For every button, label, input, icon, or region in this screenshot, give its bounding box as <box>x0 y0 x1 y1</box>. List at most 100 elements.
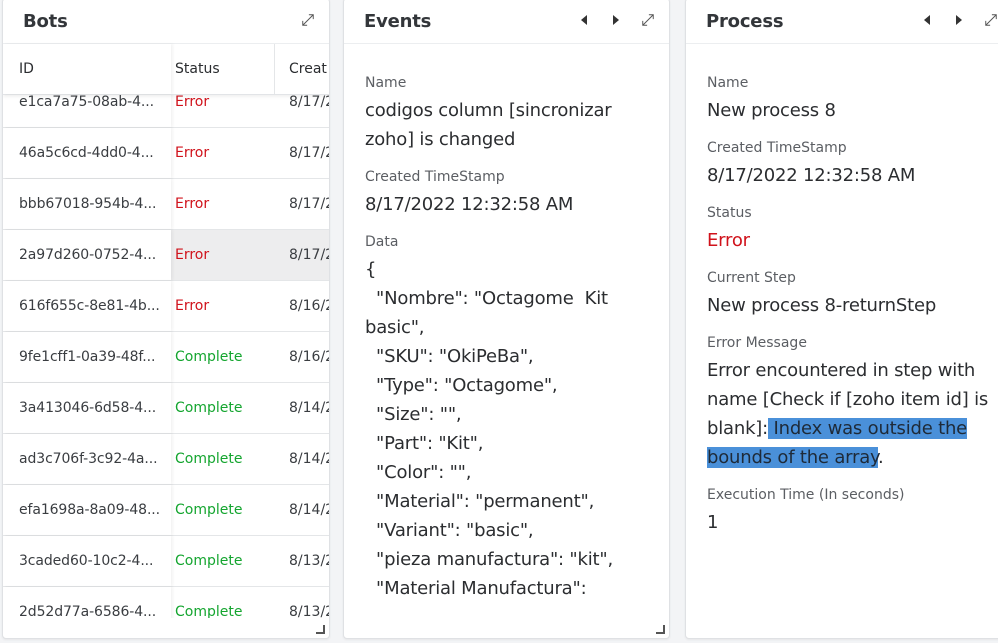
table-row[interactable]: 3a413046-6d58-4...Complete 8/14/2 <box>3 383 329 434</box>
cell-created: 8/16/2 <box>289 349 329 365</box>
table-row[interactable]: 9fe1cff1-0a39-48f...Complete 8/16/2 <box>3 332 329 383</box>
process-exec-label: Execution Time (In seconds) <box>707 487 905 503</box>
process-error-value[interactable]: Error encountered in step with name [Che… <box>707 356 996 472</box>
process-name-value: New process 8 <box>707 100 836 121</box>
cell-status: Error <box>175 247 210 263</box>
cell-id: bbb67018-954b-4... <box>3 179 171 229</box>
resize-handle-icon[interactable] <box>316 625 325 634</box>
bots-panel: Bots ID Status Creat e1ca7a75-08ab-4... E… <box>2 0 330 639</box>
cell-status: Complete <box>175 451 243 467</box>
event-created-field: Created TimeStamp 8/17/2022 12:32:58 AM <box>365 168 649 219</box>
cell-id: e1ca7a75-08ab-4... <box>3 94 171 127</box>
bots-table-header: ID Status Creat <box>3 44 329 95</box>
caret-left-icon[interactable] <box>577 12 591 28</box>
cell-created: 8/17/2 <box>289 145 329 161</box>
table-row[interactable]: 3caded60-10c2-4...Complete 8/13/2 <box>3 536 329 587</box>
cell-created: 8/13/2 <box>289 604 329 618</box>
resize-handle-icon[interactable] <box>656 625 665 634</box>
events-panel-title: Events <box>364 11 432 32</box>
cell-id: efa1698a-8a09-48... <box>3 485 171 535</box>
expand-icon[interactable] <box>984 12 998 28</box>
process-created-value: 8/17/2022 12:32:58 AM <box>707 165 916 186</box>
process-step-label: Current Step <box>707 270 796 286</box>
table-row[interactable]: 616f655c-8e81-4b...Error 8/16/2 <box>3 281 329 332</box>
event-name-label: Name <box>365 75 407 91</box>
cell-created: 8/14/2 <box>289 451 329 467</box>
events-panel: Events Name codigos column [sincronizar … <box>343 0 670 639</box>
cell-id: 3caded60-10c2-4... <box>3 536 171 586</box>
process-detail: Name New process 8 Created TimeStamp 8/1… <box>686 44 998 638</box>
cell-id: ad3c706f-3c92-4a... <box>3 434 171 484</box>
process-exec-field: Execution Time (In seconds) 1 <box>707 486 996 537</box>
process-panel: Process Name New process 8 Created TimeS… <box>685 0 998 639</box>
process-error-label: Error Message <box>707 335 807 351</box>
caret-left-icon[interactable] <box>920 12 934 28</box>
data-line: "Variant": "basic", <box>365 520 534 541</box>
expand-icon[interactable] <box>301 12 315 28</box>
column-header-id[interactable]: ID <box>3 44 171 94</box>
data-line: "Part": "Kit", <box>365 433 484 454</box>
process-status-field: Status Error <box>707 204 996 255</box>
cell-created: 8/17/2 <box>289 196 329 212</box>
data-line: "Material Manufactura": <box>365 578 587 599</box>
process-status-label: Status <box>707 205 752 221</box>
cell-created: 8/17/2 <box>289 94 329 110</box>
error-text-suffix: . <box>877 447 884 468</box>
cell-id: 2a97d260-0752-4... <box>3 230 171 280</box>
cell-status: Complete <box>175 400 243 416</box>
cell-status: Error <box>175 145 210 161</box>
cell-status: Error <box>175 94 210 110</box>
process-status-value: Error <box>707 230 750 251</box>
cell-created: 8/14/2 <box>289 400 329 416</box>
event-data-value: { "Nombre": "Octagome Kit basic", "SKU":… <box>365 255 649 603</box>
table-row[interactable]: e1ca7a75-08ab-4...Error 8/17/2 <box>3 94 329 128</box>
cell-id: 2d52d77a-6586-4... <box>3 587 171 618</box>
cell-status: Error <box>175 196 210 212</box>
bots-table: ID Status Creat e1ca7a75-08ab-4... Error 8… <box>3 44 329 638</box>
caret-right-icon[interactable] <box>609 12 623 28</box>
events-panel-header: Events <box>344 0 669 44</box>
data-line: "SKU": "OkiPeBa", <box>365 346 534 367</box>
process-name-field: Name New process 8 <box>707 74 996 125</box>
cell-created: 8/14/2 <box>289 502 329 518</box>
caret-right-icon[interactable] <box>952 12 966 28</box>
cell-created: 8/13/2 <box>289 553 329 569</box>
data-line: "Color": "", <box>365 462 472 483</box>
cell-id: 46a5c6cd-4dd0-4... <box>3 128 171 178</box>
cell-id: 3a413046-6d58-4... <box>3 383 171 433</box>
process-exec-value: 1 <box>707 512 719 533</box>
process-name-label: Name <box>707 75 749 91</box>
bots-table-body[interactable]: e1ca7a75-08ab-4...Error8/17/246a5c6cd-4d… <box>3 94 329 618</box>
table-row[interactable]: 46a5c6cd-4dd0-4...Error 8/17/2 <box>3 128 329 179</box>
event-name-value: codigos column [sincronizar zoho] is cha… <box>365 100 612 150</box>
cell-status: Complete <box>175 553 243 569</box>
process-step-value: New process 8-returnStep <box>707 295 937 316</box>
column-header-status[interactable]: Status <box>171 44 275 94</box>
cell-created: 8/16/2 <box>289 298 329 314</box>
table-row[interactable]: bbb67018-954b-4...Error 8/17/2 <box>3 179 329 230</box>
cell-created: 8/17/2 <box>289 247 329 263</box>
data-line: "Material": "permanent", <box>365 491 595 512</box>
process-error-field: Error Message Error encountered in step … <box>707 334 996 472</box>
process-panel-header: Process <box>686 0 998 44</box>
cell-status: Complete <box>175 502 243 518</box>
event-data-label: Data <box>365 234 399 250</box>
process-panel-title: Process <box>706 11 784 32</box>
data-line: "pieza manufactura": "kit", <box>365 549 613 570</box>
bots-panel-header: Bots <box>3 0 329 44</box>
expand-icon[interactable] <box>641 12 655 28</box>
events-detail: Name codigos column [sincronizar zoho] i… <box>344 44 669 638</box>
cell-status: Error <box>175 298 210 314</box>
cell-id: 9fe1cff1-0a39-48f... <box>3 332 171 382</box>
cell-status: Complete <box>175 349 243 365</box>
table-row[interactable]: 2d52d77a-6586-4... Complete 8/13/2 <box>3 587 329 618</box>
process-created-field: Created TimeStamp 8/17/2022 12:32:58 AM <box>707 139 996 190</box>
bots-panel-title: Bots <box>23 11 68 32</box>
event-name-field: Name codigos column [sincronizar zoho] i… <box>365 74 649 154</box>
column-header-created[interactable]: Creat <box>275 44 329 94</box>
event-created-label: Created TimeStamp <box>365 169 505 185</box>
table-row[interactable]: 2a97d260-0752-4...Error 8/17/2 <box>3 230 329 281</box>
table-row[interactable]: efa1698a-8a09-48...Complete 8/14/2 <box>3 485 329 536</box>
cell-id: 616f655c-8e81-4b... <box>3 281 171 331</box>
table-row[interactable]: ad3c706f-3c92-4a...Complete 8/14/2 <box>3 434 329 485</box>
